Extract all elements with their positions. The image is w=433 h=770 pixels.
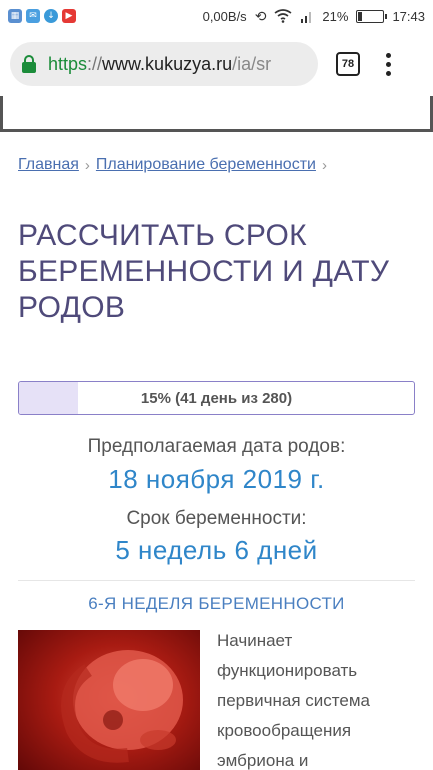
ad-banner (0, 96, 433, 132)
wifi-icon (274, 9, 292, 23)
url-path: /ia/sr (232, 53, 272, 74)
address-bar[interactable]: https://www.kukuzya.ru/ia/sr (10, 42, 318, 86)
download-icon: ↓ (44, 9, 58, 23)
url-scheme: https (48, 53, 88, 74)
progress-label: 15% (41 день из 280) (140, 389, 293, 407)
breadcrumb-home-link[interactable]: Главная (18, 156, 79, 174)
url-host: www.kukuzya.ru (102, 53, 233, 74)
page-title: РАССЧИТАТЬ СРОК БЕРЕМЕННОСТИ И ДАТУ РОДО… (18, 219, 390, 324)
overflow-menu-icon[interactable] (386, 52, 391, 76)
browser-toolbar: https://www.kukuzya.ru/ia/sr 78 (0, 32, 433, 96)
clock: 17:43 (392, 8, 425, 24)
message-icon: ✉ (26, 9, 40, 23)
lock-icon (22, 55, 36, 73)
pregnancy-term-label: Срок беременности: (126, 508, 307, 529)
url-separator: :// (87, 53, 103, 74)
gallery-icon: ▦ (8, 9, 22, 23)
article-text: Начинает функционировать первичная систе… (217, 626, 417, 770)
due-date-label: Предполагаемая дата родов: (87, 436, 346, 457)
article-line: эмбриона и (217, 751, 309, 770)
embryo-image (18, 630, 200, 770)
divider (18, 580, 415, 581)
battery-icon (356, 9, 388, 23)
chevron-right-icon: › (84, 156, 90, 174)
due-date-value: 18 ноября 2019 г. (108, 464, 325, 494)
network-speed: 0,00B/s (202, 8, 247, 24)
web-page: Главная › Планирование беременности › РА… (0, 96, 433, 770)
breadcrumb: Главная › Планирование беременности › (18, 156, 327, 174)
youtube-icon: ▶ (62, 9, 76, 23)
status-bar: ▦ ✉ ↓ ▶ 0,00B/s ⟲ 21% 17:43 (0, 0, 433, 32)
article-line: первичная система (217, 691, 370, 710)
article-line: функционировать (217, 661, 358, 680)
article-line: Начинает (217, 631, 293, 650)
notification-icons: ▦ ✉ ↓ ▶ (8, 9, 76, 23)
article-line: кровообращения (217, 721, 352, 740)
battery-percent: 21% (322, 8, 349, 24)
breadcrumb-planning-link[interactable]: Планирование беременности (96, 156, 316, 174)
tab-switcher-button[interactable]: 78 (336, 52, 360, 76)
signal-icon (301, 12, 312, 23)
pregnancy-progress-bar: 15% (41 день из 280) (18, 381, 415, 415)
pregnancy-term-value: 5 недель 6 дней (115, 535, 318, 565)
week-heading-link[interactable]: 6-Я НЕДЕЛЯ БЕРЕМЕННОСТИ (0, 594, 433, 614)
chevron-right-icon: › (321, 156, 327, 174)
rotation-icon: ⟲ (254, 7, 267, 24)
